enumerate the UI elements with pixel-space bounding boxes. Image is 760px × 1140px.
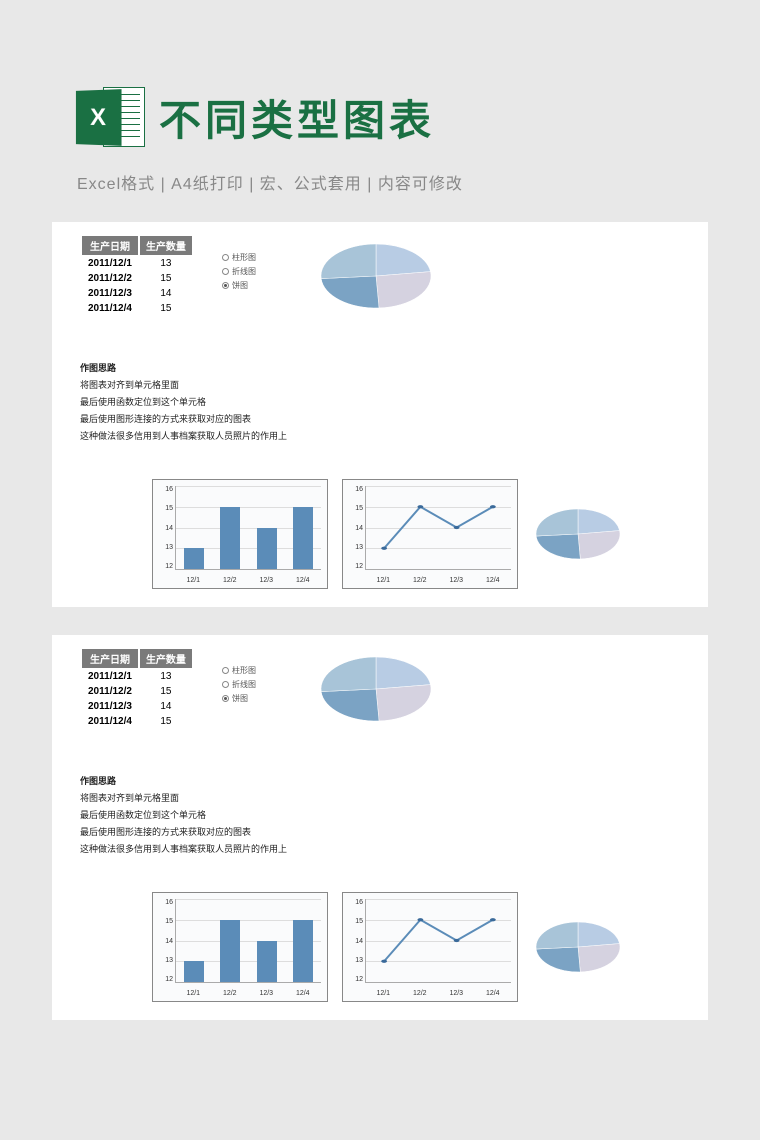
table-row: 2011/12/215 [82,272,192,285]
notes-section: 作图思路 将图表对齐到单元格里面 最后使用函数定位到这个单元格 最后使用图形连接… [80,773,287,858]
radio-label: 折线图 [232,679,256,690]
radio-label: 折线图 [232,266,256,277]
table-row: 2011/12/415 [82,302,192,315]
plot-area [175,899,321,983]
bars [176,899,321,982]
table-row: 2011/12/415 [82,715,192,728]
radio-label: 饼图 [232,280,248,291]
notes-section: 作图思路 将图表对齐到单元格里面 最后使用函数定位到这个单元格 最后使用图形连接… [80,360,287,445]
notes-line: 这种做法很多信用到人事档案获取人员照片的作用上 [80,841,287,858]
bar-chart: 16 15 14 13 12 12/1 12/2 12/3 12/4 [152,479,328,589]
radio-bar[interactable]: 柱形图 [222,665,256,676]
radio-icon [222,282,229,289]
preview-panel: 生产日期 生产数量 2011/12/113 2011/12/215 2011/1… [52,635,708,1020]
x-axis: 12/1 12/2 12/3 12/4 [365,990,511,997]
radio-bar[interactable]: 柱形图 [222,252,256,263]
notes-line: 最后使用函数定位到这个单元格 [80,394,287,411]
bars [176,486,321,569]
table-row: 2011/12/314 [82,287,192,300]
data-table: 生产日期 生产数量 2011/12/113 2011/12/215 2011/1… [80,647,194,730]
radio-icon [222,268,229,275]
table-header: 生产日期 [82,236,138,255]
radio-label: 柱形图 [232,665,256,676]
notes-line: 最后使用图形连接的方式来获取对应的图表 [80,411,287,428]
radio-pie[interactable]: 饼图 [222,693,256,704]
table-row: 2011/12/113 [82,257,192,270]
pie-chart-small [532,503,624,565]
notes-line: 将图表对齐到单元格里面 [80,790,287,807]
line-chart: 16 15 14 13 12 12/1 12/2 12/3 12/4 [342,892,518,1002]
x-axis: 12/1 12/2 12/3 12/4 [175,577,321,584]
table-row: 2011/12/215 [82,685,192,698]
line-path [366,486,511,569]
table-row: 2011/12/113 [82,670,192,683]
radio-line[interactable]: 折线图 [222,679,256,690]
line-path [366,899,511,982]
notes-title: 作图思路 [80,773,287,790]
radio-icon [222,254,229,261]
charts-row: 16 15 14 13 12 12/1 12/2 12/3 12/4 [152,892,624,1002]
plot-area [175,486,321,570]
preview-panel: 生产日期 生产数量 2011/12/113 2011/12/215 2011/1… [52,222,708,607]
charts-row: 16 15 14 13 12 12/1 12/2 12/3 12/4 [152,479,624,589]
chart-type-radios: 柱形图 折线图 饼图 [222,252,256,294]
radio-icon [222,681,229,688]
page-subtitle: Excel格式 | A4纸打印 | 宏、公式套用 | 内容可修改 [0,150,760,194]
radio-label: 饼图 [232,693,248,704]
y-axis: 16 15 14 13 12 [345,486,363,570]
bar-chart: 16 15 14 13 12 12/1 12/2 12/3 12/4 [152,892,328,1002]
x-axis: 12/1 12/2 12/3 12/4 [365,577,511,584]
header: X 不同类型图表 [0,0,760,150]
chart-type-radios: 柱形图 折线图 饼图 [222,665,256,707]
pie-chart-small [532,916,624,978]
radio-line[interactable]: 折线图 [222,266,256,277]
notes-line: 将图表对齐到单元格里面 [80,377,287,394]
plot-area [365,899,511,983]
radio-pie[interactable]: 饼图 [222,280,256,291]
plot-area [365,486,511,570]
radio-icon [222,667,229,674]
notes-line: 这种做法很多信用到人事档案获取人员照片的作用上 [80,428,287,445]
y-axis: 16 15 14 13 12 [345,899,363,983]
table-header: 生产数量 [140,649,192,668]
x-axis: 12/1 12/2 12/3 12/4 [175,990,321,997]
table-header: 生产数量 [140,236,192,255]
y-axis: 16 15 14 13 12 [155,486,173,570]
notes-line: 最后使用图形连接的方式来获取对应的图表 [80,824,287,841]
excel-icon: X [75,85,145,150]
data-table: 生产日期 生产数量 2011/12/113 2011/12/215 2011/1… [80,234,194,317]
table-header: 生产日期 [82,649,138,668]
line-chart: 16 15 14 13 12 12/1 12/2 12/3 12/4 [342,479,518,589]
table-row: 2011/12/314 [82,700,192,713]
notes-title: 作图思路 [80,360,287,377]
notes-line: 最后使用函数定位到这个单元格 [80,807,287,824]
pie-chart-top [316,236,436,316]
page-title: 不同类型图表 [159,87,435,148]
radio-icon [222,695,229,702]
pie-chart-top [316,649,436,729]
y-axis: 16 15 14 13 12 [155,899,173,983]
radio-label: 柱形图 [232,252,256,263]
